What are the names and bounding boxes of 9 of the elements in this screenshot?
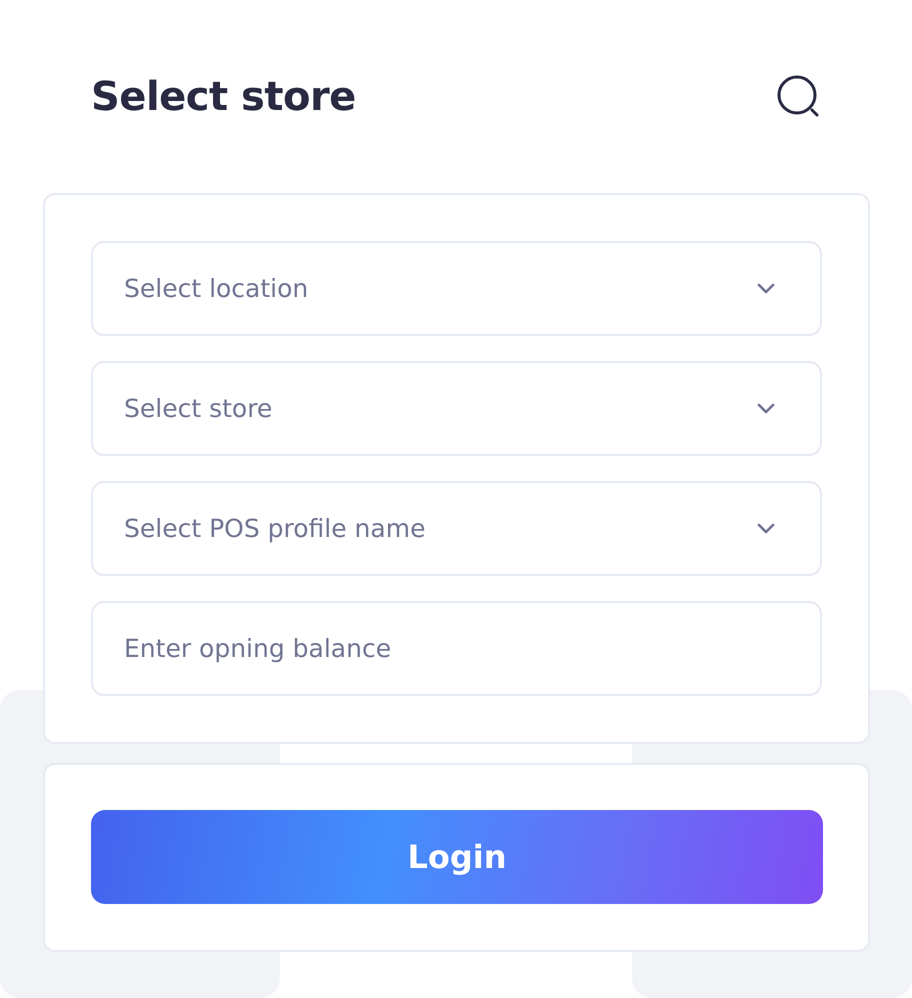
chevron-down-icon	[756, 522, 776, 534]
select-dropdown[interactable]: Select location	[91, 241, 822, 336]
input-field[interactable]: Enter opning balance	[91, 601, 822, 696]
page-title: Select store	[91, 74, 356, 120]
login-button[interactable]: Login	[91, 810, 823, 904]
chevron-down-icon	[756, 282, 776, 294]
select-dropdown[interactable]: Select POS profile name	[91, 481, 822, 576]
select-dropdown[interactable]: Select store	[91, 361, 822, 456]
chevron-down-icon	[756, 402, 776, 414]
